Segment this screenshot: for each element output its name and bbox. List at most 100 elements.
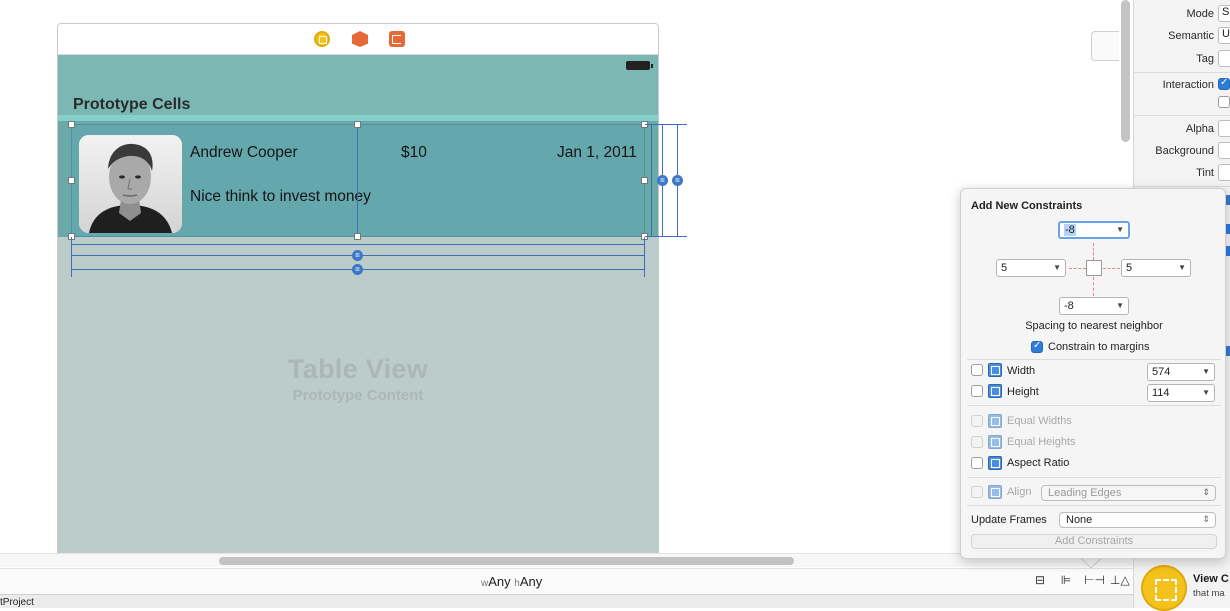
equal-heights-checkbox[interactable] xyxy=(971,436,983,448)
stack-icon[interactable]: ⊟ xyxy=(1032,573,1048,587)
popover-divider xyxy=(967,505,1221,506)
align-icon[interactable]: ⊫ xyxy=(1058,573,1074,587)
update-frames-label: Update Frames xyxy=(971,514,1047,526)
width-label[interactable]: Width xyxy=(1007,365,1035,377)
update-frames-popup[interactable]: None ⇕ xyxy=(1059,512,1216,528)
inspector-divider xyxy=(1134,115,1230,116)
alpha-field[interactable] xyxy=(1218,120,1230,137)
constraint-line xyxy=(645,124,687,125)
library-tab[interactable] xyxy=(1091,31,1119,61)
chevron-down-icon[interactable]: ▼ xyxy=(1202,385,1210,401)
inspector-divider xyxy=(1134,72,1230,73)
resize-handle[interactable] xyxy=(354,233,361,240)
equal-widths-label[interactable]: Equal Widths xyxy=(1007,415,1072,427)
price-label[interactable]: $10 xyxy=(401,144,427,162)
bottom-spacing-field[interactable]: -8 ▼ xyxy=(1059,297,1129,315)
date-label[interactable]: Jan 1, 2011 xyxy=(557,144,637,162)
description-label[interactable]: Nice think to invest money xyxy=(190,188,371,206)
background-color-well[interactable] xyxy=(1218,142,1230,159)
constraint-badge-icon[interactable]: = xyxy=(672,175,683,186)
constraint-badge-icon[interactable]: = xyxy=(352,250,363,261)
align-label: Align xyxy=(1007,486,1032,498)
constrain-margins-checkbox[interactable] xyxy=(1031,340,1043,353)
top-spacing-strut[interactable] xyxy=(1093,243,1094,260)
popover-divider xyxy=(967,477,1221,478)
project-name: tProject xyxy=(0,597,34,608)
resize-handle[interactable] xyxy=(68,121,75,128)
inspector-divider xyxy=(1134,186,1230,187)
constraint-line xyxy=(71,237,72,277)
view-controller-library-icon[interactable] xyxy=(1141,565,1187,611)
left-spacing-strut[interactable] xyxy=(1069,268,1086,269)
left-spacing-field[interactable]: 5 ▼ xyxy=(996,259,1066,277)
align-popup[interactable]: Leading Edges ⇕ xyxy=(1041,485,1216,501)
resize-handle[interactable] xyxy=(68,177,75,184)
width-checkbox[interactable] xyxy=(971,364,983,376)
view-controller-scene[interactable]: Prototype Cells Table View Prototype Con… xyxy=(57,23,659,553)
height-checkbox[interactable] xyxy=(971,385,983,397)
table-view-title: Table View xyxy=(287,354,429,384)
battery-icon xyxy=(626,61,653,70)
right-spacing-field[interactable]: 5 ▼ xyxy=(1121,259,1191,277)
bottom-spacing-strut[interactable] xyxy=(1093,277,1094,296)
popover-divider xyxy=(967,359,1221,360)
semantic-popup[interactable]: U xyxy=(1218,27,1230,44)
person-photo-icon xyxy=(79,135,182,233)
pin-icon[interactable]: ⊢⊣ xyxy=(1084,573,1105,587)
chevron-down-icon[interactable]: ▼ xyxy=(1053,260,1061,276)
horizontal-scrollbar[interactable] xyxy=(219,557,794,565)
first-responder-icon[interactable] xyxy=(352,31,368,47)
vertical-scrollbar[interactable] xyxy=(1121,0,1130,142)
tint-label: Tint xyxy=(1196,167,1214,179)
width-value: 574 xyxy=(1152,366,1171,378)
width-field[interactable]: 574 ▼ xyxy=(1147,363,1215,381)
multiple-touch-checkbox[interactable] xyxy=(1218,96,1230,108)
chevron-down-icon[interactable]: ▼ xyxy=(1202,364,1210,380)
right-spacing-strut[interactable] xyxy=(1103,268,1120,269)
top-spacing-field[interactable]: -8 ▼ xyxy=(1058,221,1130,239)
interaction-label: Interaction xyxy=(1162,79,1214,91)
left-spacing-value: 5 xyxy=(1001,262,1008,274)
resize-handle[interactable] xyxy=(354,121,361,128)
chevron-down-icon[interactable]: ▼ xyxy=(1116,223,1124,237)
table-view-subtitle: Prototype Content xyxy=(292,387,424,404)
background-label: Background xyxy=(1155,145,1214,157)
height-constraint-icon xyxy=(988,384,1002,398)
equal-widths-checkbox[interactable] xyxy=(971,415,983,427)
tint-color-well[interactable] xyxy=(1218,164,1230,181)
constrain-margins-label[interactable]: Constrain to margins xyxy=(1048,341,1150,353)
equal-heights-label[interactable]: Equal Heights xyxy=(1007,436,1076,448)
chevron-down-icon[interactable]: ▼ xyxy=(1178,260,1186,276)
aspect-ratio-label[interactable]: Aspect Ratio xyxy=(1007,457,1069,469)
library-item-description: that ma xyxy=(1193,588,1225,599)
bottom-spacing-value: -8 xyxy=(1064,300,1074,312)
tag-field[interactable] xyxy=(1218,50,1230,67)
view-controller-icon[interactable] xyxy=(314,31,330,47)
constraint-badge-icon[interactable]: = xyxy=(352,264,363,275)
constraint-target-box xyxy=(1086,260,1102,276)
semantic-label: Semantic xyxy=(1168,30,1214,42)
scene-dock xyxy=(58,24,658,55)
resize-handle[interactable] xyxy=(641,177,648,184)
height-label[interactable]: Height xyxy=(1007,386,1039,398)
mode-label: Mode xyxy=(1186,8,1214,20)
resolve-issues-icon[interactable]: ⊥△ xyxy=(1110,573,1130,587)
chevron-down-icon[interactable]: ▼ xyxy=(1116,298,1124,314)
exit-icon[interactable] xyxy=(389,31,405,47)
selection-guide xyxy=(357,124,358,237)
height-class-value: Any xyxy=(519,574,543,589)
width-class-value: Any xyxy=(488,574,511,589)
tag-label: Tag xyxy=(1196,53,1214,65)
size-class-button[interactable]: wAny hAny xyxy=(481,574,542,589)
mode-popup[interactable]: S xyxy=(1218,5,1230,22)
align-checkbox[interactable] xyxy=(971,486,983,498)
avatar[interactable] xyxy=(79,135,182,233)
aspect-ratio-icon xyxy=(988,456,1002,470)
aspect-ratio-checkbox[interactable] xyxy=(971,457,983,469)
name-label[interactable]: Andrew Cooper xyxy=(190,144,298,162)
chevron-updown-icon: ⇕ xyxy=(1202,514,1210,524)
constraint-badge-icon[interactable]: = xyxy=(657,175,668,186)
add-constraints-button[interactable]: Add Constraints xyxy=(971,534,1217,549)
height-field[interactable]: 114 ▼ xyxy=(1147,384,1215,402)
user-interaction-checkbox[interactable] xyxy=(1218,77,1230,90)
